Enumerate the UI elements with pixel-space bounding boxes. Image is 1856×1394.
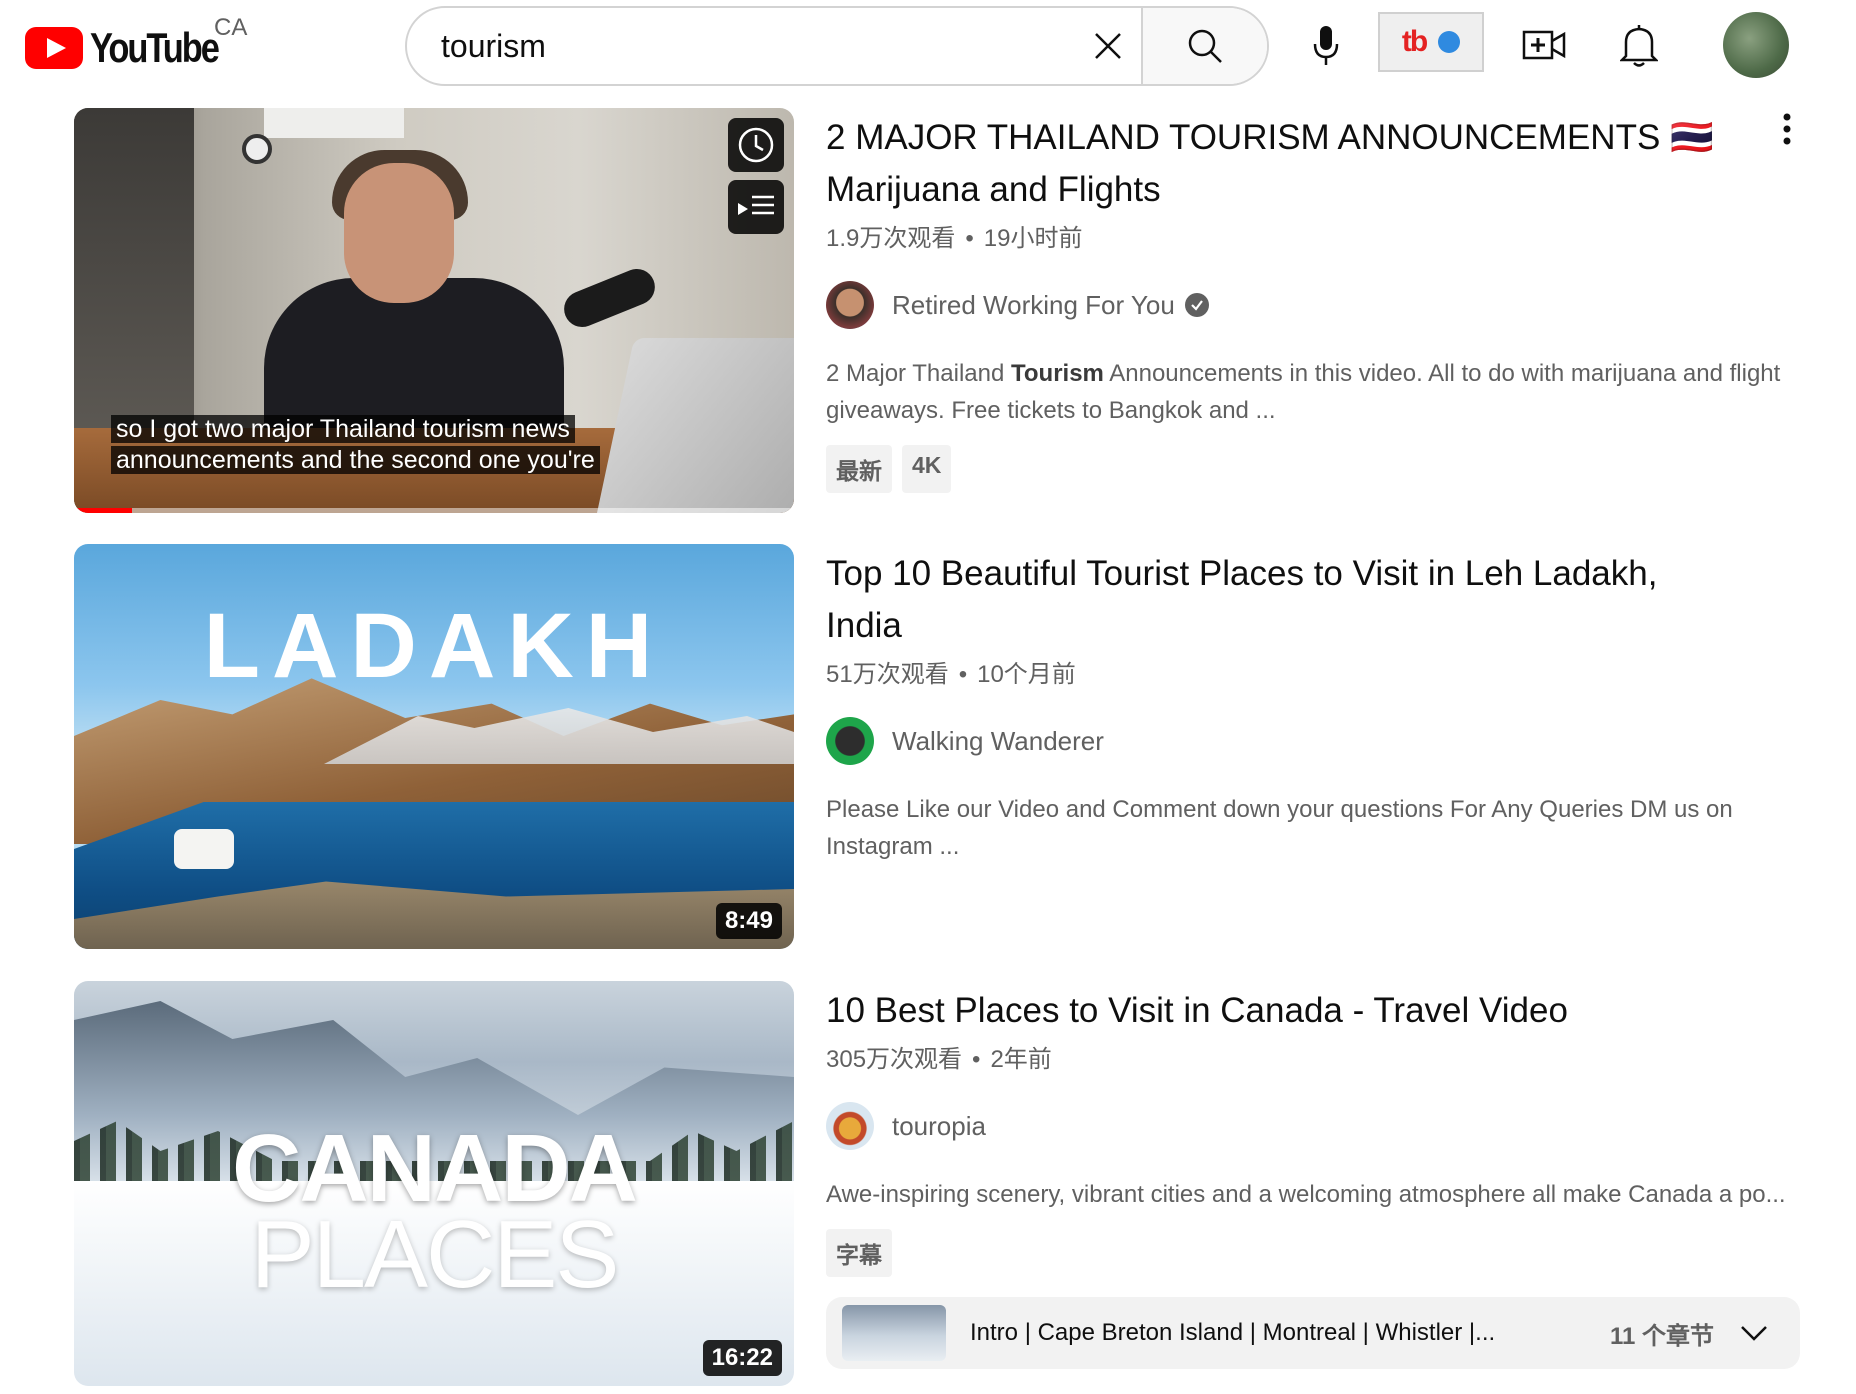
channel-link[interactable]: Walking Wanderer [826, 717, 1796, 765]
video-title[interactable]: Top 10 Beautiful Tourist Places to Visit… [826, 548, 1796, 652]
video-description: Please Like our Video and Comment down y… [826, 796, 1733, 860]
logo-wordmark: YouTube [90, 24, 220, 71]
channel-link[interactable]: Retired Working For You [826, 281, 1796, 329]
chapters-toggle[interactable]: Intro | Cape Breton Island | Montreal | … [826, 1297, 1800, 1369]
chapter-thumbnail [842, 1305, 946, 1361]
channel-link[interactable]: touropia [826, 1102, 1796, 1150]
thumbnail-title-text: LADAKH [203, 595, 665, 697]
more-vert-icon [1783, 113, 1791, 145]
video-result: LADAKH 8:49 Top 10 Beautiful Tourist Pla… [0, 544, 1856, 954]
channel-name[interactable]: touropia [892, 1111, 986, 1142]
masthead: YouTube CA tb [0, 0, 1856, 100]
video-description: Awe-inspiring scenery, vibrant cities an… [826, 1181, 1786, 1208]
video-metadata: 51万次观看 • 10个月前 [826, 654, 1796, 689]
add-to-queue-icon [738, 195, 774, 215]
thumbnail-person-head [344, 163, 454, 303]
verified-icon [1184, 293, 1209, 317]
search-input[interactable] [407, 8, 1075, 84]
watch-progress-bar [74, 508, 794, 513]
thumbnail-laptop [593, 338, 794, 513]
voice-search-button[interactable] [1306, 20, 1346, 72]
status-dot [1438, 31, 1461, 53]
subtitles-badge: 字幕 [826, 1229, 892, 1277]
upload-age: 19小时前 [983, 225, 1083, 252]
channel-name[interactable]: Walking Wanderer [892, 726, 1104, 757]
video-caption: so I got two major Thailand tourism news… [111, 414, 600, 476]
video-title[interactable]: 2 MAJOR THAILAND TOURISM ANNOUNCEMENTS 🇹… [826, 112, 1796, 216]
channel-avatar[interactable] [826, 717, 874, 765]
thumbnail-bg-clock [242, 134, 272, 164]
search-bar [405, 6, 1269, 86]
upload-age: 10个月前 [977, 661, 1076, 688]
thumbnail-bg-ac [264, 108, 404, 138]
watch-later-icon [738, 127, 774, 163]
video-metadata: 1.9万次观看 • 19小时前 [826, 218, 1796, 253]
description-text: 2 Major Thailand [826, 360, 1011, 387]
caption-line-1: so I got two major Thailand tourism news [111, 415, 575, 443]
video-info: 2 MAJOR THAILAND TOURISM ANNOUNCEMENTS 🇹… [826, 108, 1796, 493]
video-title[interactable]: 10 Best Places to Visit in Canada - Trav… [826, 985, 1796, 1037]
video-info: Top 10 Beautiful Tourist Places to Visit… [826, 544, 1796, 865]
chevron-down-icon [1740, 1324, 1768, 1342]
new-badge: 最新 [826, 445, 892, 493]
video-description: 2 Major Thailand Tourism Announcements i… [826, 355, 1796, 429]
view-count: 1.9万次观看 [826, 225, 956, 252]
clear-search-button[interactable] [1075, 8, 1141, 84]
video-duration: 16:22 [702, 1340, 782, 1376]
meta-separator: • [972, 1046, 981, 1073]
meta-separator: • [958, 661, 968, 688]
badge-list: 最新 4K [826, 445, 1796, 493]
account-avatar[interactable] [1723, 12, 1789, 78]
more-actions-button[interactable] [1782, 112, 1792, 151]
chapter-count: 11 个章节 [1609, 1322, 1714, 1350]
watch-progress-fill [74, 508, 132, 513]
close-icon [1095, 33, 1121, 59]
tubebuddy-extension-button[interactable]: tb [1378, 12, 1484, 72]
badge-list: 字幕 [826, 1229, 1796, 1277]
tubebuddy-extension-icon: tb [1401, 25, 1428, 58]
upload-age: 2年前 [990, 1046, 1052, 1073]
caption-line-2: announcements and the second one you're [111, 446, 600, 474]
description-match: Tourism [1011, 360, 1104, 387]
meta-separator: • [965, 225, 974, 252]
view-count: 51万次观看 [826, 661, 949, 688]
thumbnail-microphone [558, 263, 661, 333]
search-button[interactable] [1141, 8, 1267, 84]
video-result: CANADA PLACES 16:22 10 Best Places to Vi… [0, 981, 1856, 1391]
create-button[interactable] [1522, 22, 1566, 68]
view-count: 305万次观看 [826, 1046, 963, 1073]
watch-later-button[interactable] [728, 118, 784, 172]
region-code: CA [214, 14, 248, 41]
video-metadata: 305万次观看 • 2年前 [826, 1039, 1796, 1074]
video-thumbnail[interactable]: so I got two major Thailand tourism news… [74, 108, 794, 513]
notifications-button[interactable] [1618, 20, 1660, 70]
thumbnail-car [174, 829, 234, 869]
video-duration: 8:49 [715, 903, 782, 939]
4k-badge: 4K [902, 445, 952, 493]
youtube-play-icon [25, 27, 83, 69]
chapter-titles: Intro | Cape Breton Island | Montreal | … [970, 1319, 1496, 1346]
video-thumbnail[interactable]: LADAKH 8:49 [74, 544, 794, 949]
channel-avatar[interactable] [826, 281, 874, 329]
video-result: so I got two major Thailand tourism news… [0, 108, 1856, 518]
search-icon [1188, 29, 1222, 63]
channel-avatar[interactable] [826, 1102, 874, 1150]
notifications-icon [1620, 25, 1658, 67]
channel-name[interactable]: Retired Working For You [892, 290, 1175, 321]
add-to-queue-button[interactable] [728, 180, 784, 234]
check-icon [1191, 300, 1203, 311]
thumbnail-subtitle-text: PLACES [250, 1201, 620, 1308]
youtube-logo[interactable]: YouTube [25, 24, 246, 72]
video-thumbnail[interactable]: CANADA PLACES 16:22 [74, 981, 794, 1386]
video-info: 10 Best Places to Visit in Canada - Trav… [826, 981, 1796, 1277]
create-video-icon [1522, 30, 1566, 60]
microphone-icon [1313, 26, 1339, 65]
